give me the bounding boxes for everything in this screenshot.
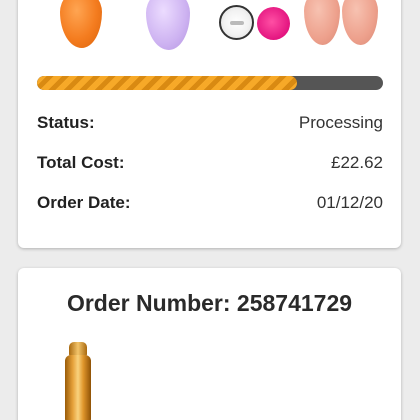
total-cost-value: £22.62 <box>331 153 383 172</box>
peach-sponge-image <box>342 0 378 45</box>
order-card[interactable]: Status: Processing Total Cost: £22.62 Or… <box>18 0 401 248</box>
gold-serum-bottle-image <box>65 342 91 420</box>
order-progress-fill <box>37 76 297 90</box>
order-card[interactable]: Order Number: 258741729 <box>18 268 401 420</box>
lilac-sponge-image <box>146 0 190 50</box>
pad-logo <box>230 21 244 25</box>
order-number-title: Order Number: 258741729 <box>66 290 353 316</box>
order-product-thumbnails <box>18 0 401 52</box>
total-cost-label: Total Cost: <box>37 153 125 172</box>
total-cost-row: Total Cost: £22.62 <box>37 151 383 175</box>
pink-cleansing-pad-image <box>257 7 290 40</box>
order-date-label: Order Date: <box>37 193 131 212</box>
order-date-value: 01/12/20 <box>316 193 383 212</box>
status-label: Status: <box>37 113 95 132</box>
white-cleansing-pad-image <box>219 5 254 40</box>
status-value: Processing <box>298 113 383 132</box>
orders-screen: Status: Processing Total Cost: £22.62 Or… <box>0 0 420 420</box>
orange-sponge-image <box>60 0 102 48</box>
serum-cap <box>69 342 87 356</box>
serum-body <box>65 355 91 420</box>
status-row: Status: Processing <box>37 111 383 135</box>
order-progress-bar <box>37 76 383 90</box>
peach-sponge-image <box>304 0 340 45</box>
order-date-row: Order Date: 01/12/20 <box>37 191 383 215</box>
